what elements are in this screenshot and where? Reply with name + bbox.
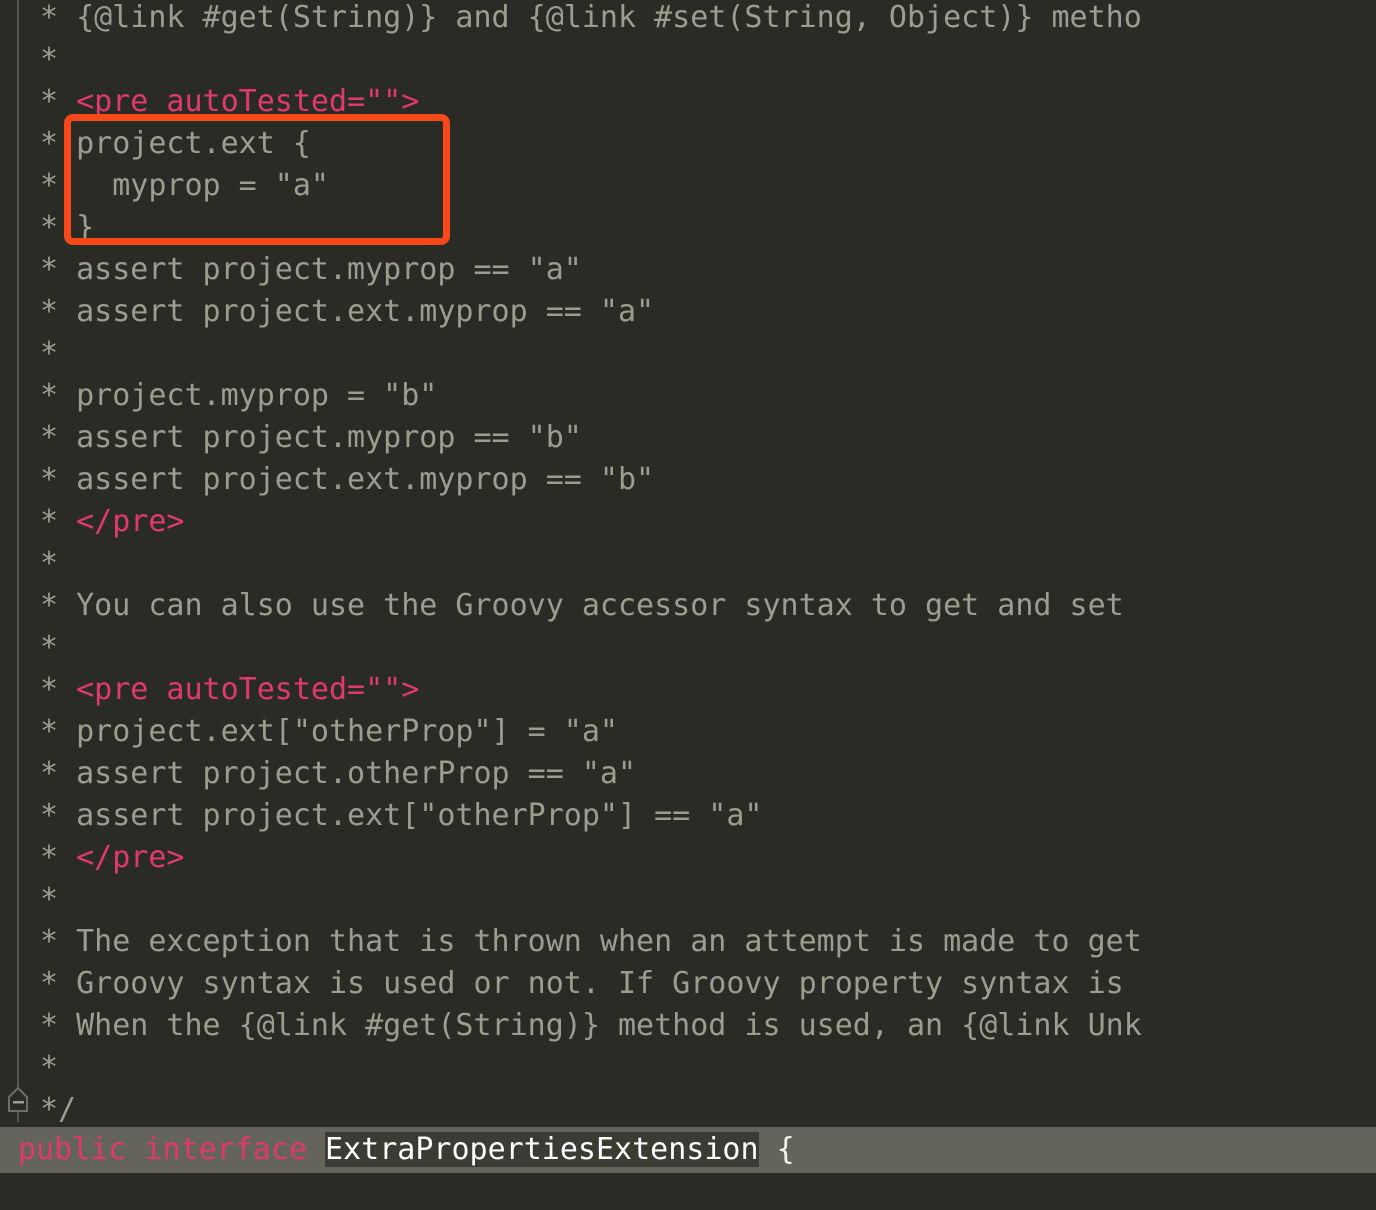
comment-text: project.myprop = "b" [76, 378, 438, 413]
comment-asterisk: * [40, 672, 77, 707]
comment-text: myprop = "a" [76, 168, 329, 203]
comment-asterisk: * [40, 756, 77, 791]
comment-asterisk: * [40, 252, 77, 287]
code-line[interactable]: * assert project.ext["otherProp"] == "a" [0, 795, 1376, 837]
comment-asterisk: * [40, 1050, 59, 1085]
code-line[interactable]: * project.myprop = "b" [0, 375, 1376, 417]
comment-text: project.ext { [76, 126, 311, 161]
comment-asterisk: * [40, 126, 77, 161]
html-tag: <pre autoTested=""> [76, 672, 420, 707]
comment-asterisk: */ [40, 1092, 77, 1127]
code-line[interactable]: * <pre autoTested=""> [0, 81, 1376, 123]
comment-text: assert project.ext.myprop == "b" [76, 462, 655, 497]
code-line[interactable]: * Groovy syntax is used or not. If Groov… [0, 963, 1376, 1005]
code-line[interactable]: * project.ext { [0, 123, 1376, 165]
code-line[interactable]: */ [0, 1089, 1376, 1131]
comment-asterisk: * [40, 294, 77, 329]
comment-asterisk: * [40, 630, 59, 665]
comment-asterisk: * [40, 882, 59, 917]
comment-asterisk: * [40, 504, 77, 539]
comment-text: assert project.ext["otherProp"] == "a" [76, 798, 763, 833]
comment-text: When the {@link #get(String)} method is … [76, 1008, 1142, 1043]
code-line[interactable]: * </pre> [0, 837, 1376, 879]
code-editor[interactable]: * {@link #get(String)} and {@link #set(S… [0, 0, 1376, 1210]
comment-asterisk: * [40, 378, 77, 413]
code-line[interactable]: * <pre autoTested=""> [0, 669, 1376, 711]
declaration-identifier[interactable]: ExtraPropertiesExtension [325, 1132, 759, 1167]
code-line[interactable]: * myprop = "a" [0, 165, 1376, 207]
comment-asterisk: * [40, 840, 77, 875]
comment-asterisk: * [40, 798, 77, 833]
code-line[interactable]: * [0, 333, 1376, 375]
code-line[interactable]: * [0, 39, 1376, 81]
comment-text: You can also use the Groovy accessor syn… [76, 588, 1124, 623]
comment-asterisk: * [40, 84, 77, 119]
code-line[interactable]: * assert project.otherProp == "a" [0, 753, 1376, 795]
comment-text: } [76, 210, 95, 245]
comment-asterisk: * [40, 966, 77, 1001]
comment-asterisk: * [40, 42, 59, 77]
comment-asterisk: * [40, 924, 77, 959]
comment-asterisk: * [40, 336, 59, 371]
comment-asterisk: * [40, 1008, 77, 1043]
comment-text: assert project.myprop == "a" [76, 252, 582, 287]
code-line[interactable]: * project.ext["otherProp"] = "a" [0, 711, 1376, 753]
comment-asterisk: * [40, 714, 77, 749]
code-line[interactable]: * assert project.ext.myprop == "b" [0, 459, 1376, 501]
code-line[interactable]: * The exception that is thrown when an a… [0, 921, 1376, 963]
code-line[interactable]: * } [0, 207, 1376, 249]
code-line[interactable]: * </pre> [0, 501, 1376, 543]
comment-text: assert project.myprop == "b" [76, 420, 582, 455]
declaration-space-2 [759, 1132, 777, 1167]
code-line[interactable]: * You can also use the Groovy accessor s… [0, 585, 1376, 627]
declaration-keywords: public interface [18, 1132, 307, 1167]
comment-asterisk: * [40, 462, 77, 497]
code-line[interactable]: * [0, 627, 1376, 669]
code-line[interactable]: * [0, 1047, 1376, 1089]
comment-asterisk: * [40, 168, 77, 203]
code-line[interactable]: * assert project.myprop == "b" [0, 417, 1376, 459]
comment-asterisk: * [40, 546, 59, 581]
code-line[interactable]: * assert project.myprop == "a" [0, 249, 1376, 291]
code-line[interactable]: * [0, 543, 1376, 585]
declaration-space-1 [307, 1132, 325, 1167]
comment-asterisk: * [40, 420, 77, 455]
declaration-line[interactable]: public interface ExtraPropertiesExtensio… [0, 1127, 1376, 1173]
comment-asterisk: * [40, 0, 77, 35]
comment-asterisk: * [40, 210, 77, 245]
code-line[interactable]: * [0, 879, 1376, 921]
html-tag: <pre autoTested=""> [76, 84, 420, 119]
comment-text: project.ext["otherProp"] = "a" [76, 714, 618, 749]
comment-text: {@link #get(String)} and {@link #set(Str… [76, 0, 1142, 35]
declaration-open-brace: { [776, 1132, 795, 1167]
comment-text: assert project.ext.myprop == "a" [76, 294, 655, 329]
comment-asterisk: * [40, 588, 77, 623]
comment-text: The exception that is thrown when an att… [76, 924, 1142, 959]
html-tag: </pre> [76, 840, 185, 875]
comment-text: assert project.otherProp == "a" [76, 756, 637, 791]
code-line[interactable]: * assert project.ext.myprop == "a" [0, 291, 1376, 333]
html-tag: </pre> [76, 504, 185, 539]
comment-text: Groovy syntax is used or not. If Groovy … [76, 966, 1142, 1001]
code-line[interactable]: * {@link #get(String)} and {@link #set(S… [0, 0, 1376, 39]
code-line[interactable]: * When the {@link #get(String)} method i… [0, 1005, 1376, 1047]
